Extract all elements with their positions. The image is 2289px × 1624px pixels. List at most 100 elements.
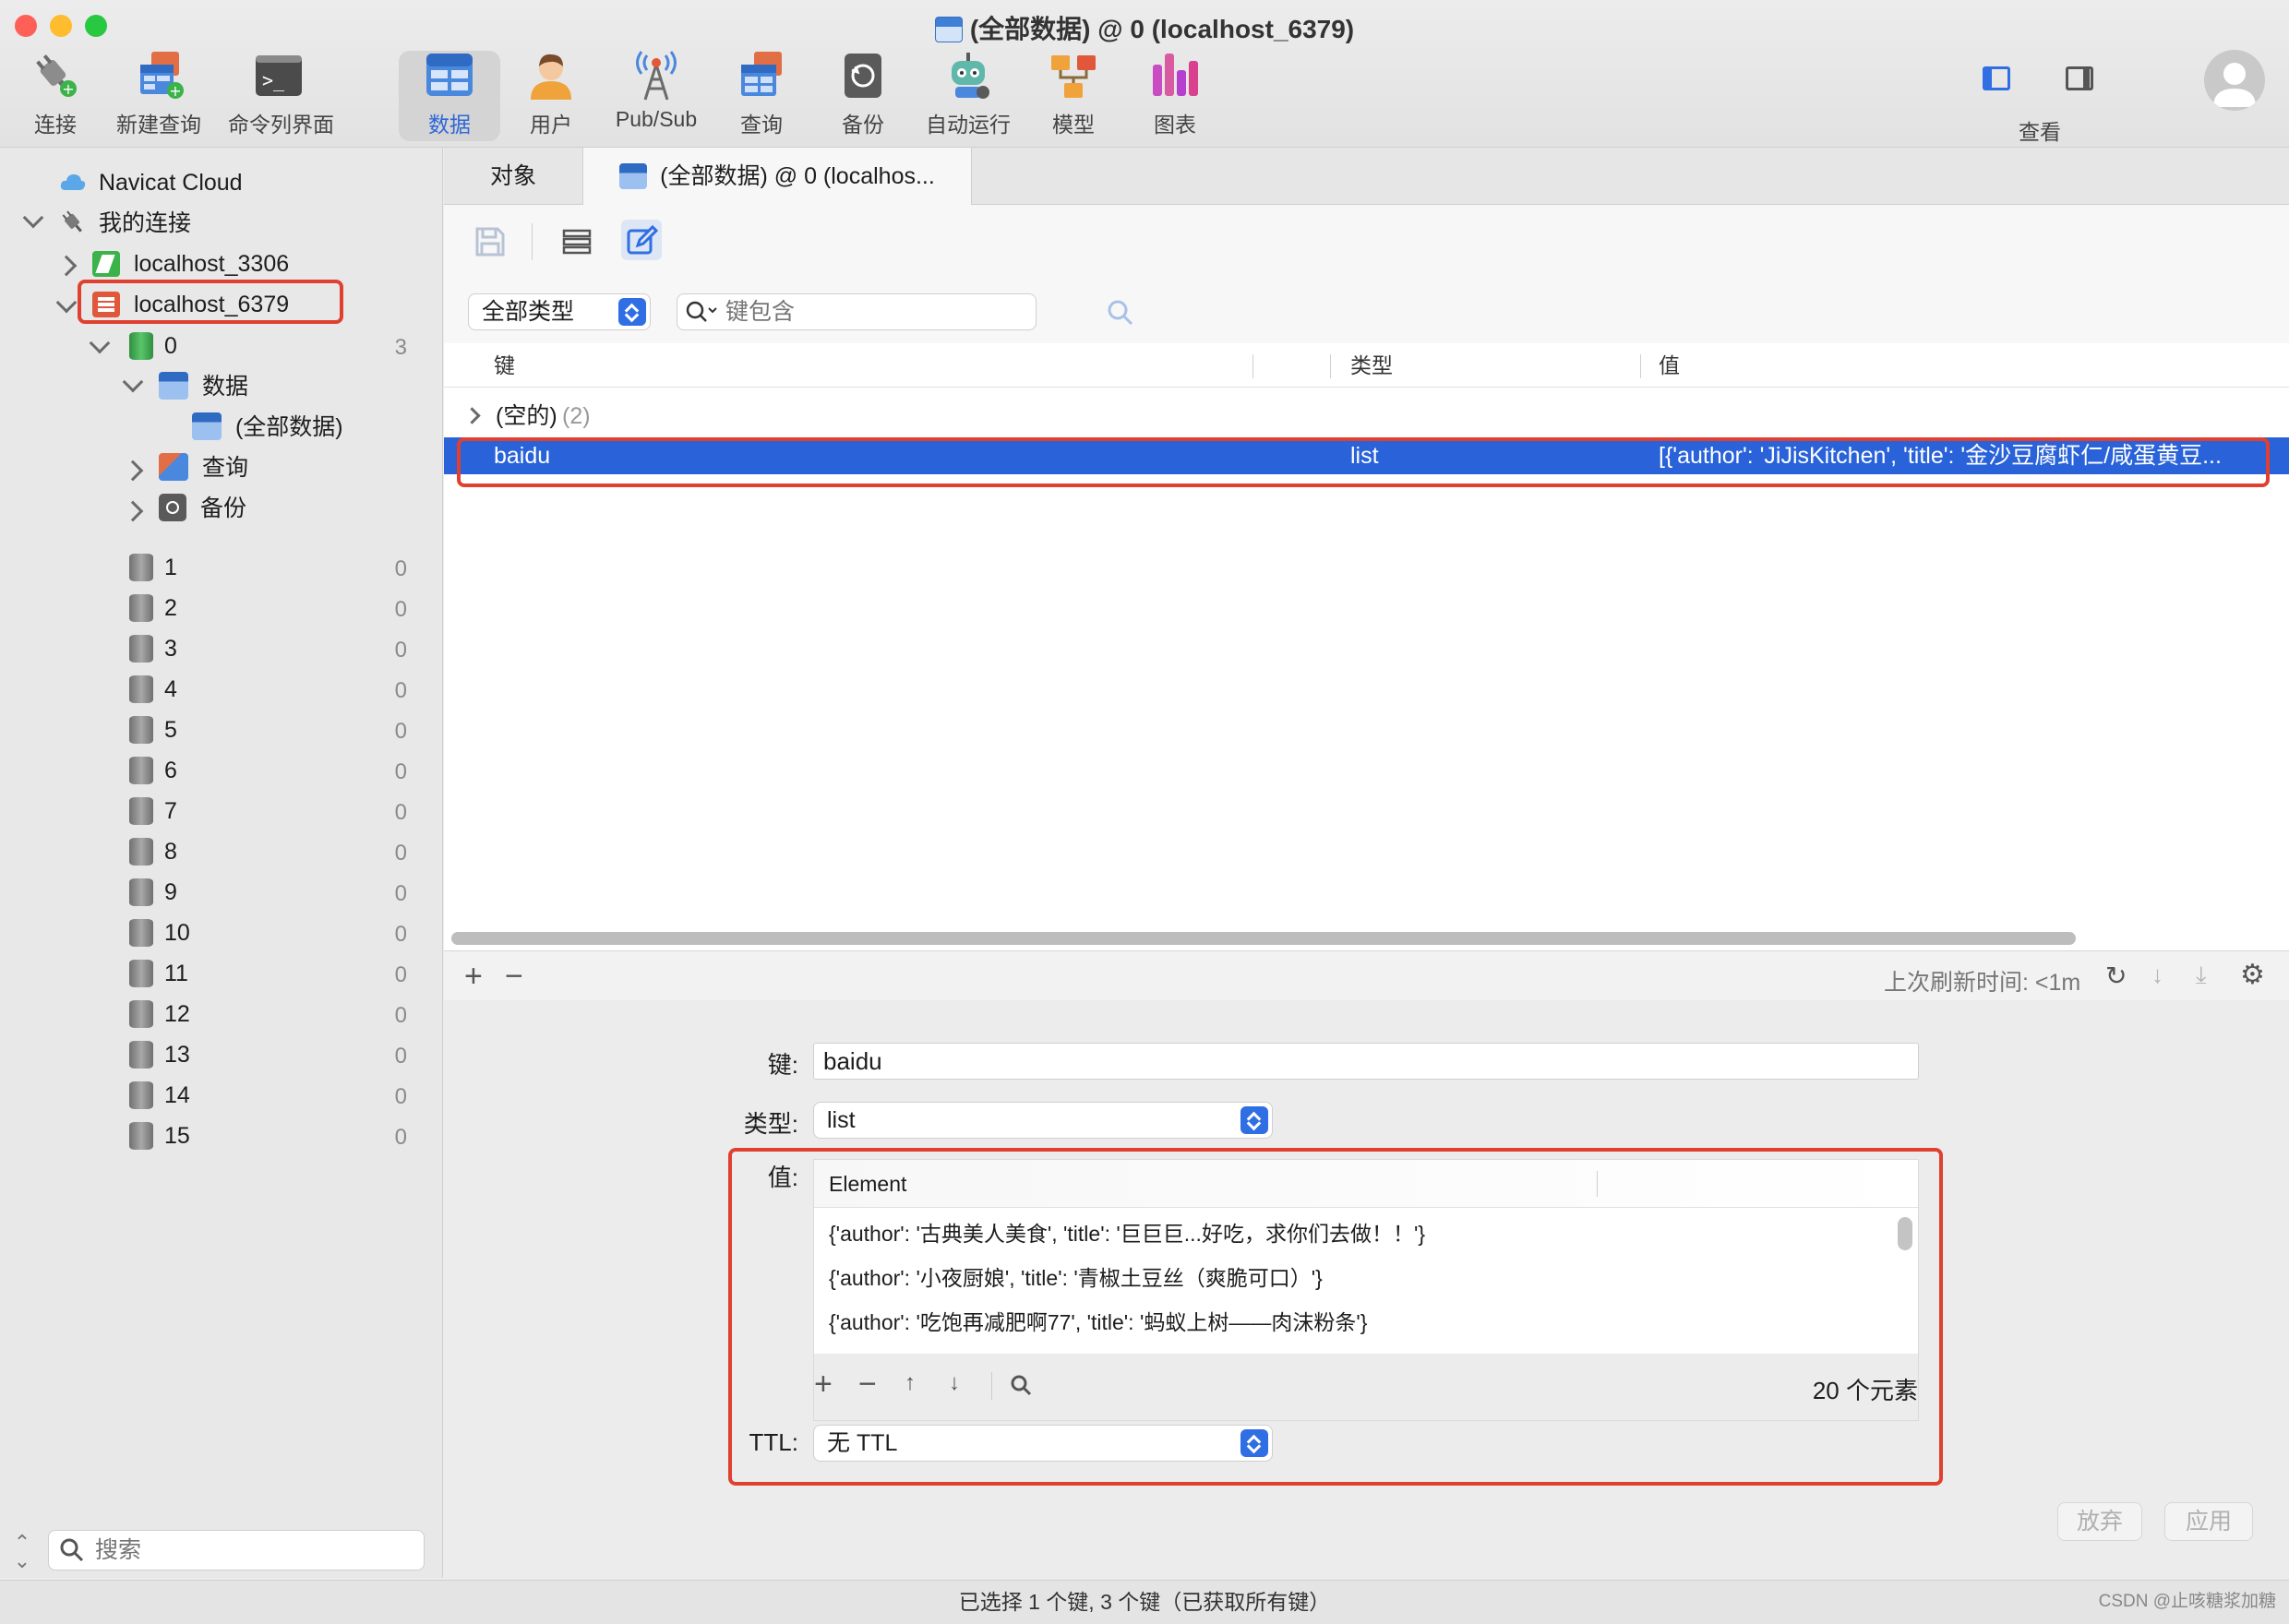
chevron-down-icon[interactable] xyxy=(89,332,111,354)
type-select[interactable]: list xyxy=(813,1102,1273,1139)
tab-all-data-label: (全部数据) @ 0 (localhos... xyxy=(660,163,935,189)
column-header-value[interactable]: 值 xyxy=(1659,343,1680,388)
toolbar-model-button[interactable]: 模型 xyxy=(1023,48,1124,138)
column-header-key[interactable]: 键 xyxy=(494,343,515,388)
avatar[interactable] xyxy=(2204,50,2265,111)
database-icon xyxy=(129,797,153,825)
key-name-field[interactable]: baidu xyxy=(813,1043,1919,1080)
highlight-box-row xyxy=(457,437,2270,487)
chart-icon xyxy=(1147,48,1203,103)
sidebar-db-item[interactable]: 10 xyxy=(164,914,190,951)
sidebar-db-count: 0 xyxy=(394,759,407,784)
add-key-button[interactable]: + xyxy=(464,961,483,992)
chevron-right-icon[interactable] xyxy=(122,460,144,482)
sidebar-db-item[interactable]: 8 xyxy=(164,833,177,870)
sidebar-db-item[interactable]: 2 xyxy=(164,590,177,627)
column-separator xyxy=(1330,354,1331,378)
database-icon xyxy=(129,1081,153,1109)
toolbar-user-label: 用户 xyxy=(530,113,572,137)
column-separator xyxy=(1640,354,1641,378)
antenna-icon xyxy=(629,48,684,103)
sidebar-db-item[interactable]: 12 xyxy=(164,996,190,1033)
toolbar-query-button[interactable]: 查询 xyxy=(711,48,812,138)
sidebar-item-all-data[interactable]: (全部数据) xyxy=(192,409,343,446)
sidebar-db-item[interactable]: 1 xyxy=(164,549,177,586)
sidebar-db-count: 0 xyxy=(394,800,407,825)
toolbar-chart-label: 图表 xyxy=(1154,113,1196,137)
sidebar-item-navicat-cloud[interactable]: Navicat Cloud xyxy=(59,164,243,201)
sidebar-db-item[interactable]: 13 xyxy=(164,1036,190,1073)
sidebar-db-item[interactable]: 15 xyxy=(164,1117,190,1154)
sidebar-item-my-connections[interactable]: 我的连接 xyxy=(59,205,191,242)
toolbar-pubsub-button[interactable]: Pub/Sub xyxy=(605,48,707,132)
chevron-down-icon[interactable] xyxy=(55,292,78,314)
sidebar-item-label: 备份 xyxy=(199,496,246,521)
sidebar-db-0[interactable]: 0 xyxy=(164,328,177,364)
sidebar-db-item[interactable]: 9 xyxy=(164,874,177,911)
toolbar-automation-button[interactable]: 自动运行 xyxy=(917,48,1019,138)
sidebar-db-item[interactable]: 7 xyxy=(164,793,177,830)
sidebar-db-item[interactable]: 5 xyxy=(164,711,177,748)
tab-all-data[interactable]: (全部数据) @ 0 (localhos... xyxy=(582,148,972,205)
sidebar-item-data-folder[interactable]: 数据 xyxy=(159,368,248,405)
key-filter-input[interactable] xyxy=(725,297,1021,327)
sidebar-search-input[interactable] xyxy=(95,1534,409,1566)
sidebar-db-item[interactable]: 4 xyxy=(164,671,177,708)
apply-button[interactable]: 应用 xyxy=(2164,1502,2253,1541)
tab-bar: 对象 (全部数据) @ 0 (localhos... xyxy=(444,148,2289,205)
list-view-button[interactable] xyxy=(557,221,597,262)
database-icon xyxy=(129,594,153,622)
sidebar-item-query-folder[interactable]: 查询 xyxy=(159,449,248,486)
table-icon xyxy=(934,17,963,42)
query-icon xyxy=(159,453,188,481)
sidebar-db-item[interactable]: 14 xyxy=(164,1077,190,1114)
toolbar-connect-button[interactable]: + 连接 xyxy=(5,48,106,138)
ttl-select[interactable]: 无 TTL xyxy=(813,1425,1273,1462)
chevron-right-icon[interactable] xyxy=(463,407,481,424)
edit-mode-button[interactable] xyxy=(621,220,662,260)
toolbar-cli-button[interactable]: >_ 命令列界面 xyxy=(228,48,334,138)
toggle-sidebar-icon[interactable] xyxy=(1983,66,2010,90)
last-page-icon[interactable]: ⤓ xyxy=(2196,961,2207,990)
sidebar-db-item[interactable]: 6 xyxy=(164,752,177,789)
toolbar-chart-button[interactable]: 图表 xyxy=(1124,48,1226,138)
chevron-down-icon[interactable] xyxy=(122,371,144,393)
refresh-icon[interactable]: ↻ xyxy=(2105,961,2127,991)
window-title: (全部数据) @ 0 (localhost_6379) xyxy=(0,9,2289,46)
user-icon xyxy=(523,48,579,103)
table-group-row[interactable]: (空的) (2) xyxy=(444,397,2289,436)
sort-toggle-icon[interactable]: ⌃ ⌄ xyxy=(13,1533,31,1571)
horizontal-scrollbar[interactable] xyxy=(451,932,2076,945)
chevron-down-icon[interactable] xyxy=(22,207,44,229)
remove-key-button[interactable]: − xyxy=(505,961,523,992)
toolbar-backup-button[interactable]: 备份 xyxy=(812,48,914,138)
plug-icon xyxy=(62,210,82,233)
group-label: (空的) xyxy=(496,403,557,429)
column-header-type[interactable]: 类型 xyxy=(1350,343,1393,388)
key-filter-field[interactable] xyxy=(677,293,1037,330)
ttl-select-value: 无 TTL xyxy=(827,1430,898,1456)
gear-icon[interactable]: ⚙ xyxy=(2240,959,2265,991)
search-icon[interactable] xyxy=(1105,297,1136,328)
select-arrows-icon xyxy=(618,298,646,326)
next-page-icon[interactable]: ↓ xyxy=(2151,961,2163,989)
toolbar-user-button[interactable]: 用户 xyxy=(500,48,602,138)
toggle-inspector-icon[interactable] xyxy=(2066,66,2093,90)
sidebar-db-count: 0 xyxy=(394,638,407,663)
model-icon xyxy=(1046,48,1101,103)
sidebar-item-backup-folder[interactable]: 备份 xyxy=(159,490,246,527)
sidebar-search-field[interactable] xyxy=(48,1530,425,1570)
toolbar-new-query-button[interactable]: + 新建查询 xyxy=(108,48,210,138)
chevron-right-icon[interactable] xyxy=(55,255,78,277)
chevron-right-icon[interactable] xyxy=(122,500,144,522)
save-button[interactable] xyxy=(470,221,510,262)
tab-objects[interactable]: 对象 xyxy=(444,148,582,205)
toolbar-connect-label: 连接 xyxy=(34,113,77,137)
sidebar-db-item[interactable]: 3 xyxy=(164,630,177,667)
type-filter-select[interactable]: 全部类型 xyxy=(468,293,651,330)
discard-button[interactable]: 放弃 xyxy=(2057,1502,2142,1541)
sidebar-item-localhost-3306[interactable]: localhost_3306 xyxy=(92,245,289,282)
toolbar-data-button[interactable]: 数据 xyxy=(399,48,500,138)
table-header: 键 类型 值 xyxy=(444,343,2289,388)
sidebar-db-item[interactable]: 11 xyxy=(164,955,188,992)
